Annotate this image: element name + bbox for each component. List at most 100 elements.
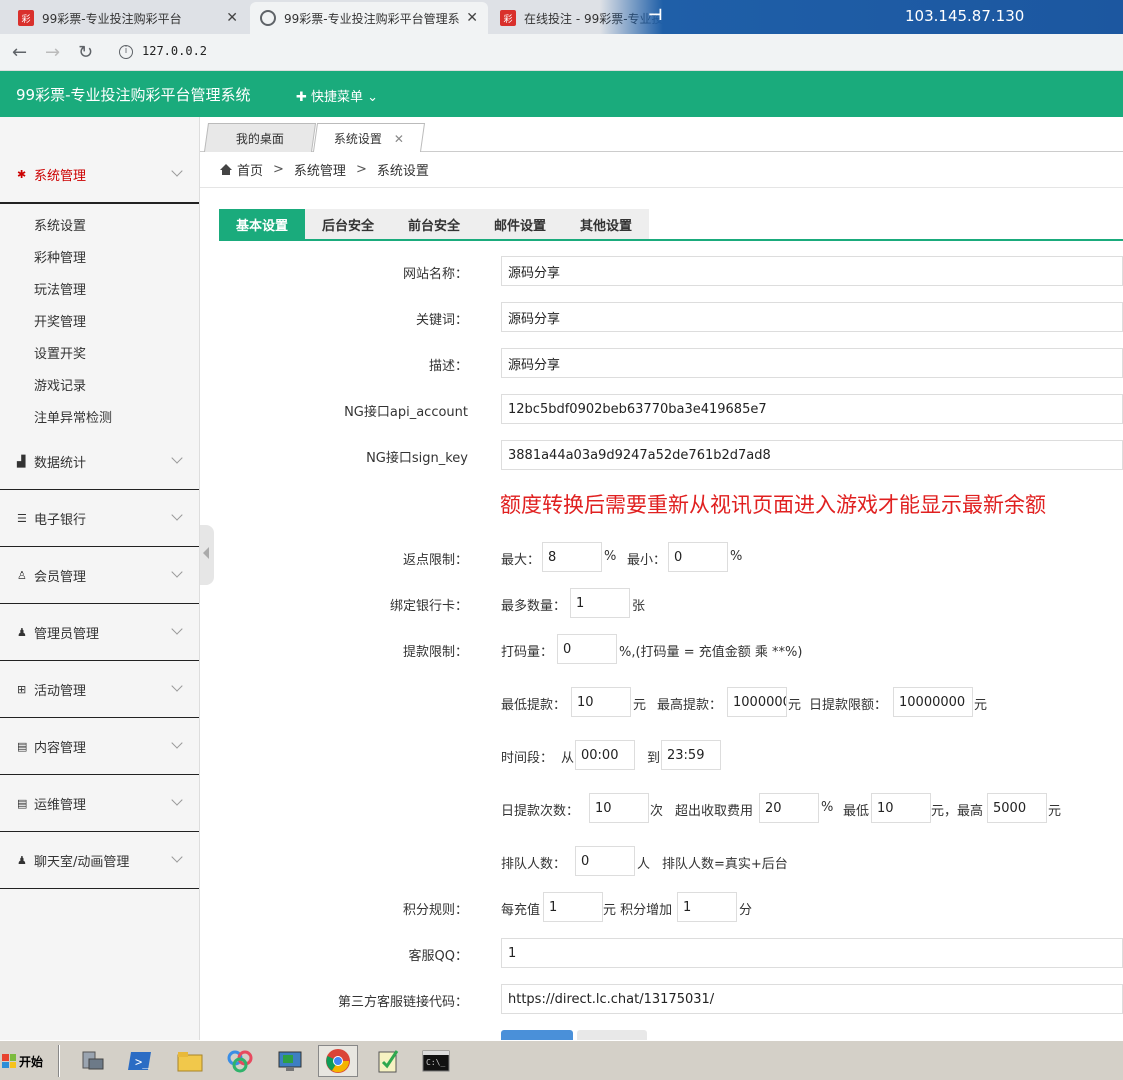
max-withdraw-input[interactable]: 1000000 [727,687,787,717]
tab-other-settings[interactable]: 其他设置 [563,209,649,239]
qq-input[interactable]: 1 [501,938,1123,968]
powershell-icon[interactable]: >_ [120,1045,160,1077]
sign-key-input[interactable]: 3881a44a03a9d9247a52de761b2d7ad8 [501,440,1123,470]
browser-tab[interactable]: 彩 99彩票-专业投注购彩平台 ✕ [8,2,248,34]
daily-times-input[interactable]: 10 [589,793,649,823]
chevron-down-icon [171,623,183,635]
sidebar-group-content[interactable]: ▤ 内容管理 [0,718,199,775]
daily-limit-input[interactable]: 10000000 [893,687,973,717]
breadcrumb-separator: > [273,162,284,177]
sidebar-group-chatroom[interactable]: ♟ 聊天室/动画管理 [0,832,199,889]
rebate-max-label: 最大： [501,553,541,568]
qq-label: 客服QQ： [408,949,468,964]
tab-my-desktop[interactable]: 我的桌面 [203,123,317,152]
forward-arrow-icon[interactable]: → [45,42,60,63]
queue-unit: 人 [637,857,651,872]
plus-icon: ✚ [296,90,312,105]
tab-basic-settings[interactable]: 基本设置 [219,209,305,239]
fee-max-input[interactable]: 5000 [987,793,1047,823]
tab-system-settings[interactable]: 系统设置 ✕ [312,123,426,152]
site-info-icon[interactable]: i [119,45,133,59]
sidebar-item-game-records[interactable]: 游戏记录 [34,375,86,394]
queue-input[interactable]: 0 [575,846,635,876]
close-tab-icon[interactable]: ✕ [226,10,238,26]
sidebar-group-label: 数据统计 [34,455,87,471]
sidebar-item-draw-manage[interactable]: 开奖管理 [34,311,86,330]
chevron-down-icon [171,680,183,692]
chat-link-label: 第三方客服链接代码： [337,995,468,1010]
sidebar-item-lottery-types[interactable]: 彩种管理 [34,247,86,266]
home-icon [220,164,232,175]
points-unit: 分 [739,903,753,918]
cloud-app-icon[interactable] [220,1045,260,1077]
time-from-input[interactable]: 00:00 [575,740,635,770]
back-arrow-icon[interactable]: ← [12,42,27,63]
remote-ip-label: 103.145.87.130 [905,7,1025,25]
server-manager-icon[interactable] [72,1045,112,1077]
breadcrumb-system-manage[interactable]: 系统管理 [294,160,346,179]
sidebar-item-play-types[interactable]: 玩法管理 [34,279,86,298]
user-solid-icon: ♟ [17,625,27,639]
browser-tab-title: 99彩票-专业投注购彩平台 [42,11,182,26]
sidebar-item-set-draw[interactable]: 设置开奖 [34,343,86,362]
close-icon[interactable]: ✕ [394,132,404,146]
points-per-input[interactable]: 1 [543,892,603,922]
reload-icon[interactable]: ↻ [78,42,93,63]
sidebar-group-stats[interactable]: ▟ 数据统计 [0,433,199,490]
browser-tab-active[interactable]: 99彩票-专业投注购彩平台管理系 ✕ [250,2,488,34]
sidebar-group-members[interactable]: ♙ 会员管理 [0,547,199,604]
tab-frontend-security[interactable]: 前台安全 [391,209,477,239]
points-label: 积分规则： [402,903,468,918]
to-label: 到 [647,751,661,766]
start-button[interactable]: 开始 [2,1045,50,1077]
pin-icon[interactable]: ⊣ [648,5,663,24]
api-account-input[interactable]: 12bc5bdf0902beb63770ba3e419685e7 [501,394,1123,424]
sidebar-group-activities[interactable]: ⊞ 活动管理 [0,661,199,718]
book-icon: ▤ [17,739,28,753]
time-to-input[interactable]: 23:59 [661,740,721,770]
breadcrumb-separator: > [355,162,367,177]
close-tab-icon[interactable]: ✕ [466,10,478,26]
keywords-input[interactable]: 源码分享 [501,302,1123,332]
notepad-plus-icon[interactable] [368,1045,408,1077]
tab-label: 我的桌面 [235,131,284,146]
from-label: 从 [561,751,575,766]
browser-tab-strip: 彩 99彩票-专业投注购彩平台 ✕ 99彩票-专业投注购彩平台管理系 ✕ 彩 在… [0,0,1123,34]
sidebar-item-system-settings[interactable]: 系统设置 [34,215,86,234]
daily-limit-label: 日提款限额： [809,698,888,713]
url-input[interactable]: 127.0.0.2 [142,44,207,58]
chat-link-input[interactable]: https://direct.lc.chat/13175031/ [501,984,1123,1014]
sidebar-group-admins[interactable]: ♟ 管理员管理 [0,604,199,661]
address-bar: ← → ↻ i 127.0.0.2 [0,34,1123,71]
sidebar-group-ebank[interactable]: ☰ 电子银行 [0,490,199,547]
rebate-max-input[interactable]: 8 [542,542,602,572]
fee-min-input[interactable]: 10 [871,793,931,823]
command-prompt-icon[interactable]: C:\_ [416,1045,456,1077]
fee-min-label: 最低 [843,804,870,819]
chrome-icon[interactable] [318,1045,358,1077]
bank-card-max-input[interactable]: 1 [570,588,630,618]
min-withdraw-input[interactable]: 10 [571,687,631,717]
fee-input[interactable]: 20 [759,793,819,823]
sidebar-group-ops[interactable]: ▤ 运维管理 [0,775,199,832]
description-input[interactable]: 源码分享 [501,348,1123,378]
site-name-input[interactable]: 源码分享 [501,256,1123,286]
tab-backend-security[interactable]: 后台安全 [305,209,391,239]
keywords-label: 关键词： [415,313,468,328]
code-amount-hint: %,(打码量 = 充值金额 乘 **%) [619,645,803,660]
sidebar-group-system[interactable]: ✱ 系统管理 [0,146,199,203]
remote-desktop-icon[interactable] [270,1045,310,1077]
points-add-label: 元 积分增加 [603,903,673,918]
sidebar-collapse-handle[interactable] [200,525,214,585]
breadcrumb-home[interactable]: 首页 [237,160,263,179]
rebate-min-input[interactable]: 0 [668,542,728,572]
bar-chart-icon: ▟ [17,454,26,468]
code-amount-input[interactable]: 0 [557,634,617,664]
tab-mail-settings[interactable]: 邮件设置 [477,209,563,239]
chevron-down-icon [171,509,183,521]
file-explorer-icon[interactable] [170,1045,210,1077]
quick-menu-button[interactable]: ✚ 快捷菜单 ⌄ [296,86,378,105]
points-add-input[interactable]: 1 [677,892,737,922]
sidebar-group-label: 电子银行 [34,512,87,528]
sidebar-item-order-anomaly[interactable]: 注单异常检测 [34,407,112,426]
